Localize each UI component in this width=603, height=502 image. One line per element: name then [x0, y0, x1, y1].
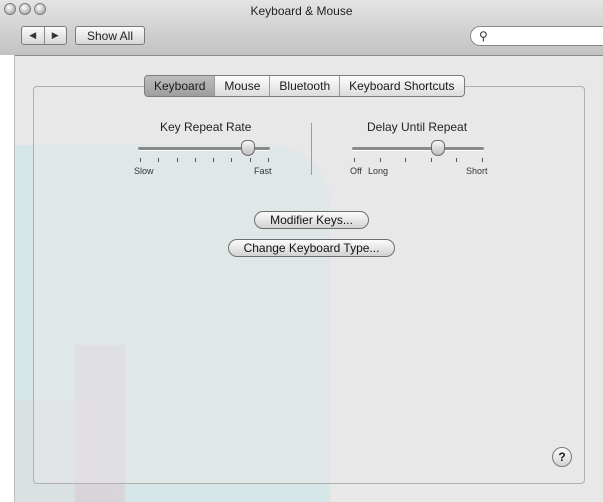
triangle-left-icon: ◀ [29, 30, 37, 40]
key-repeat-tick [176, 158, 178, 162]
forward-button[interactable]: ▶ [43, 27, 67, 44]
key-repeat-tick [249, 158, 251, 162]
back-button[interactable]: ◀ [22, 27, 44, 44]
delay-repeat-slider-thumb[interactable] [430, 140, 445, 156]
key-repeat-tick [140, 158, 141, 162]
delay-repeat-tick [482, 158, 483, 162]
window-toolbar: Keyboard & Mouse ◀ ▶ Show All ⚲ [0, 0, 603, 56]
delay-repeat-off-label: Off [350, 166, 362, 176]
tab-content-panel [33, 86, 585, 484]
delay-repeat-tick [405, 158, 407, 162]
window-left-edge [0, 55, 15, 502]
delay-repeat-tick [456, 158, 458, 162]
delay-repeat-tick [379, 158, 381, 162]
preferences-window: Keyboard & Mouse ◀ ▶ Show All ⚲ Keyboard… [0, 0, 603, 502]
delay-repeat-title: Delay Until Repeat [367, 120, 468, 134]
magnifier-icon: ⚲ [479, 29, 488, 43]
tab-keyboard-shortcuts[interactable]: Keyboard Shortcuts [339, 76, 463, 96]
delay-repeat-long-label: Long [368, 166, 389, 176]
show-all-button[interactable]: Show All [75, 26, 145, 45]
delay-repeat-max-label: Short [466, 166, 488, 176]
slider-divider [311, 123, 312, 175]
window-title: Keyboard & Mouse [250, 4, 353, 18]
navigation-buttons: ◀ ▶ [21, 26, 67, 45]
key-repeat-max-label: Fast [254, 166, 272, 176]
change-keyboard-type-button[interactable]: Change Keyboard Type... [228, 239, 395, 257]
key-repeat-slider-thumb[interactable] [240, 140, 255, 156]
delay-repeat-tick [430, 158, 432, 162]
key-repeat-title: Key Repeat Rate [160, 120, 252, 134]
triangle-right-icon: ▶ [51, 30, 59, 40]
tab-bluetooth[interactable]: Bluetooth [269, 76, 339, 96]
delay-repeat-tick [354, 158, 355, 162]
key-repeat-tick [158, 158, 160, 162]
delay-repeat-track[interactable] [352, 147, 484, 150]
key-repeat-tick [194, 158, 196, 162]
key-repeat-tick [231, 158, 233, 162]
help-button[interactable]: ? [552, 447, 572, 467]
key-repeat-tick [268, 158, 269, 162]
key-repeat-min-label: Slow [134, 166, 154, 176]
search-field[interactable]: ⚲ [470, 26, 603, 46]
key-repeat-tick [213, 158, 215, 162]
tab-keyboard[interactable]: Keyboard [145, 76, 215, 96]
tab-bar: Keyboard Mouse Bluetooth Keyboard Shortc… [144, 75, 465, 97]
tab-mouse[interactable]: Mouse [214, 76, 269, 96]
modifier-keys-button[interactable]: Modifier Keys... [254, 211, 369, 229]
